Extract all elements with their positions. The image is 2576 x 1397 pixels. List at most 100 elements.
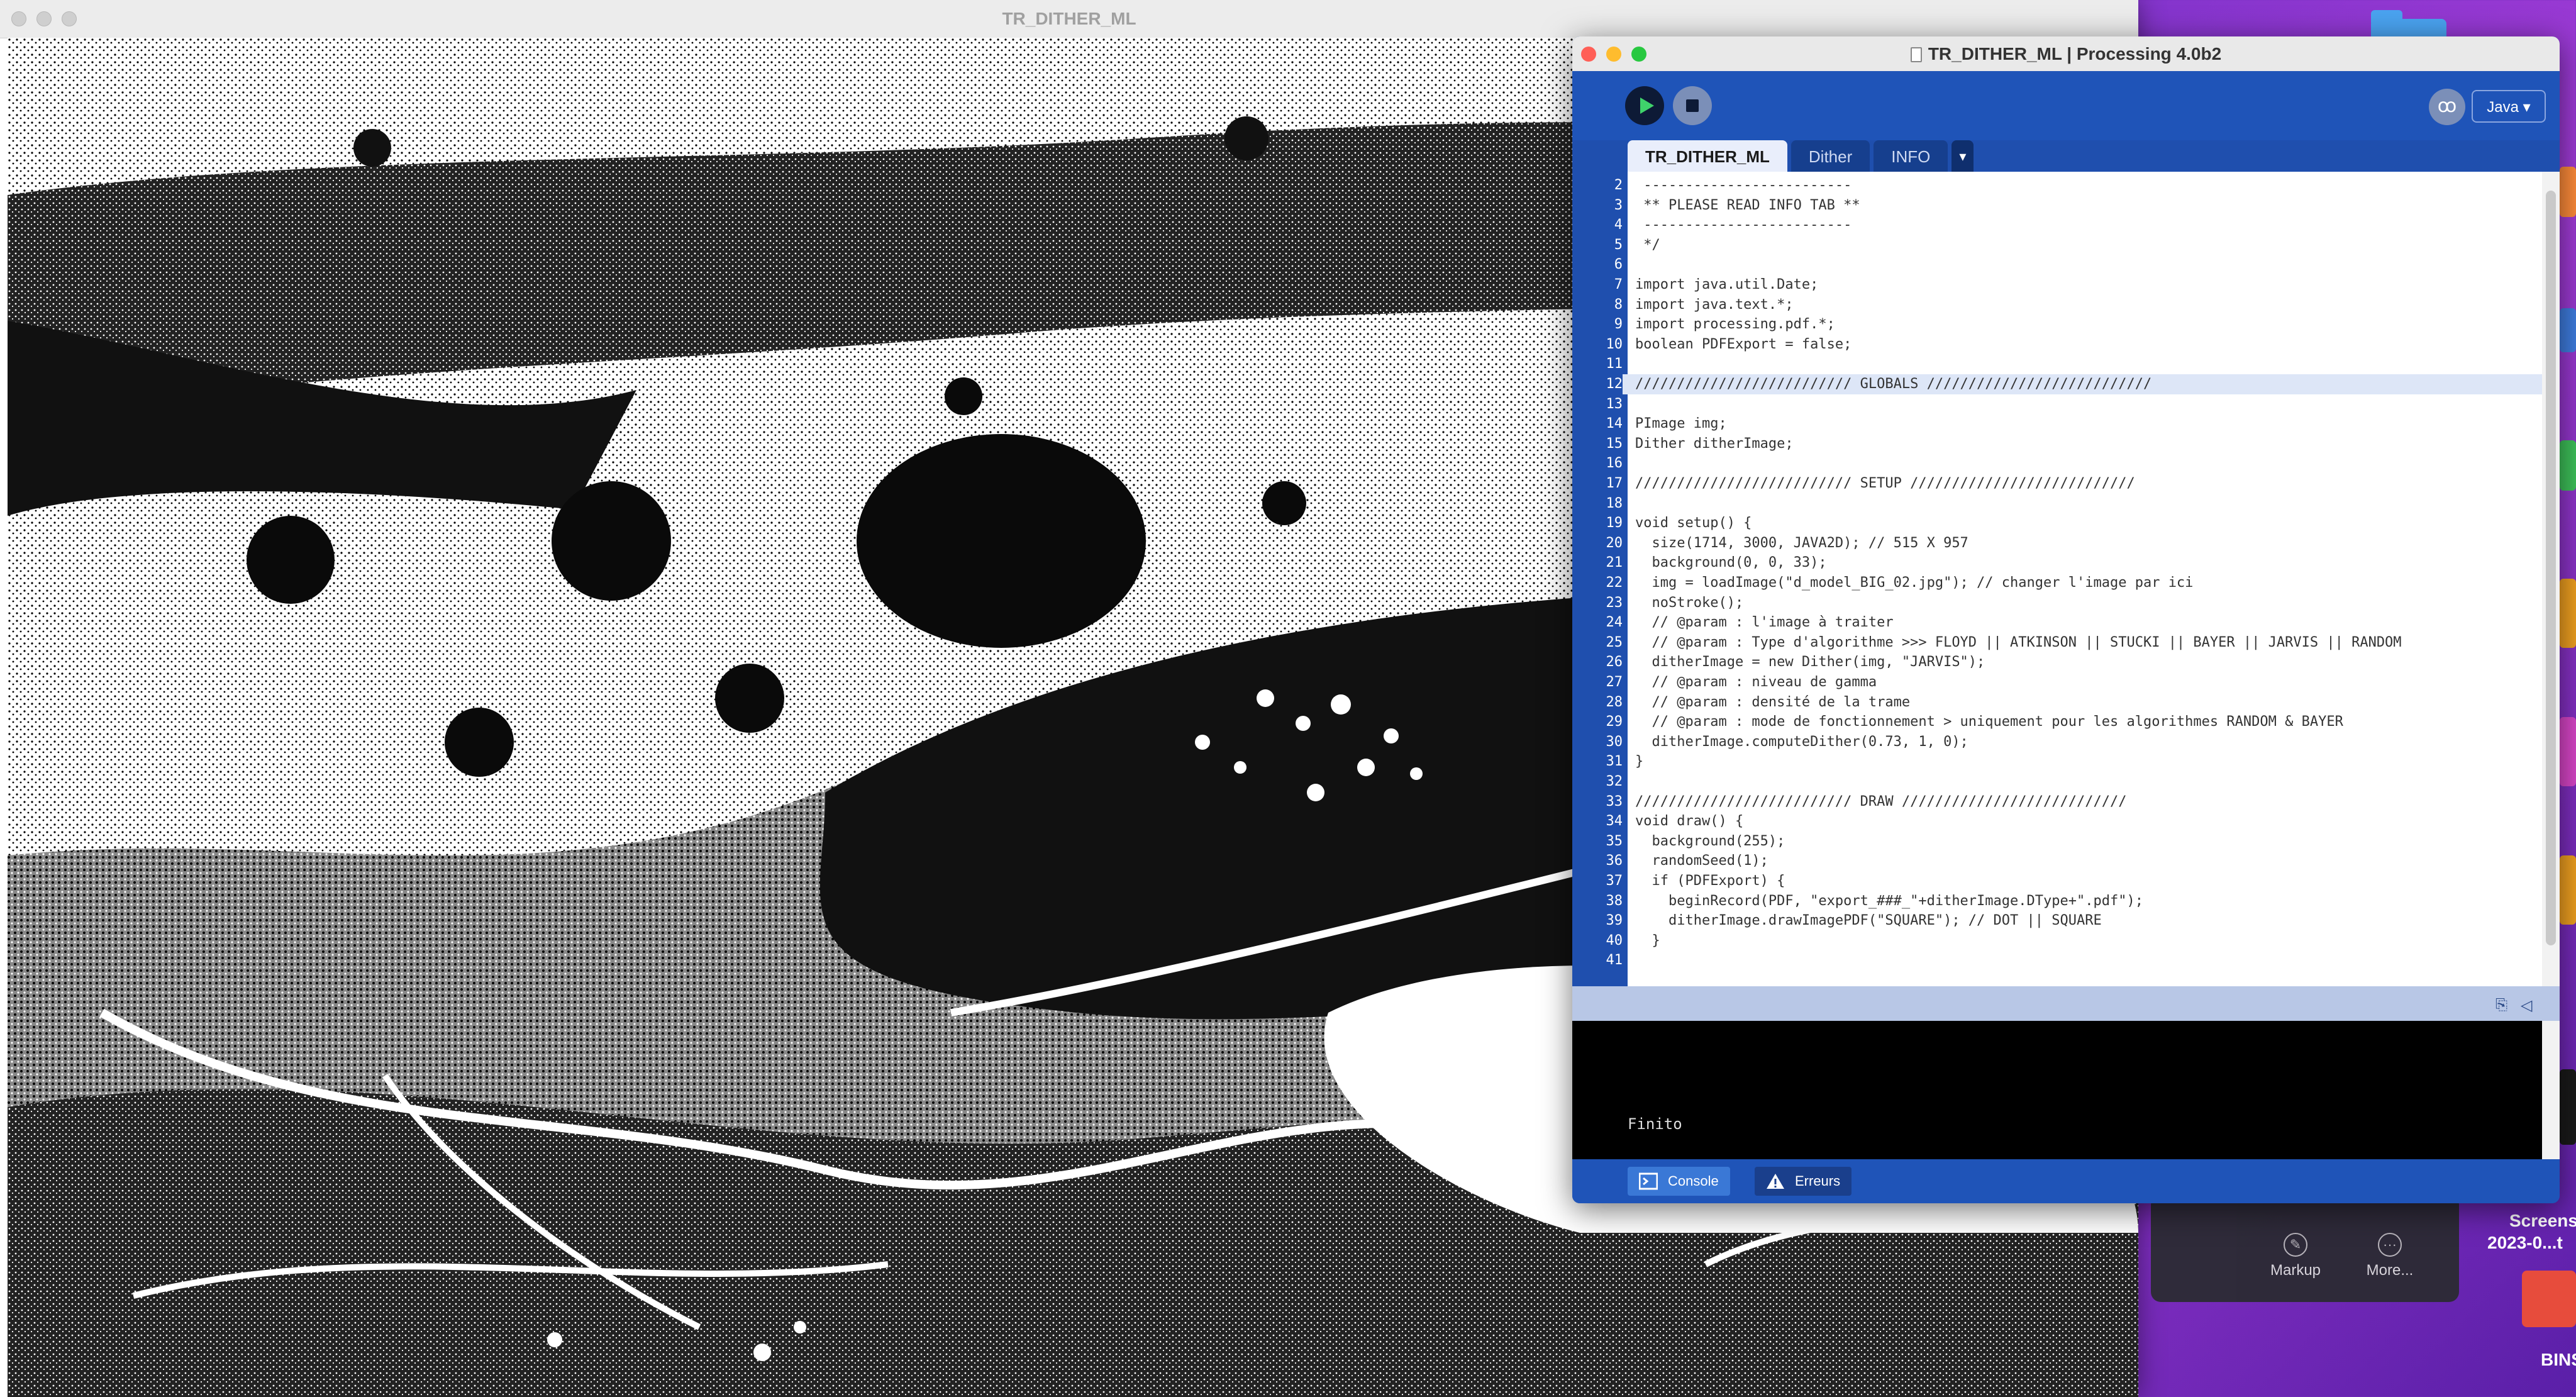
errors-tab[interactable]: Erreurs: [1755, 1167, 1852, 1196]
code-line[interactable]: 33 ////////////////////////// DRAW //////…: [1572, 792, 2542, 812]
code-line[interactable]: 12 ////////////////////////// GLOBALS ///…: [1572, 374, 2542, 394]
line-number: 33: [1606, 793, 1623, 810]
code-line[interactable]: 10 boolean PDFExport = false;: [1572, 335, 2542, 355]
line-number: 12: [1572, 374, 1623, 394]
code-text: void setup() {: [1635, 515, 1752, 532]
code-editor[interactable]: 2 ------------------------- 3 ** PLEASE R…: [1572, 172, 2542, 986]
line-number: 19: [1606, 515, 1623, 532]
tab-info[interactable]: INFO: [1874, 140, 1948, 172]
code-line[interactable]: 14 PImage img;: [1572, 414, 2542, 434]
code-line[interactable]: 16: [1572, 454, 2542, 474]
folder-label[interactable]: BINS: [2541, 1350, 2576, 1370]
code-line[interactable]: 13: [1572, 394, 2542, 415]
markup-button[interactable]: ✎ Markup: [2258, 1233, 2333, 1279]
code-text: ////////////////////////// GLOBALS /////…: [1635, 376, 2152, 392]
code-line[interactable]: 30 ditherImage.computeDither(0.73, 1, 0)…: [1572, 732, 2542, 752]
code-line[interactable]: 5 */: [1572, 235, 2542, 255]
ide-toolbar: Java ▾: [1572, 71, 2560, 140]
code-text: import java.util.Date;: [1635, 277, 1819, 292]
code-line[interactable]: 6: [1572, 255, 2542, 275]
mode-selector[interactable]: Java ▾: [2472, 90, 2546, 123]
code-text: // @param : niveau de gamma: [1635, 674, 1877, 690]
code-line[interactable]: 34 void draw() {: [1572, 811, 2542, 832]
code-line[interactable]: 29 // @param : mode de fonctionnement > …: [1572, 712, 2542, 732]
code-line[interactable]: 23 noStroke();: [1572, 593, 2542, 613]
copy-icon[interactable]: ⎘: [2496, 996, 2509, 1013]
desktop-file-icon[interactable]: [2560, 579, 2576, 648]
ide-titlebar[interactable]: TR_DITHER_ML | Processing 4.0b2: [1572, 36, 2560, 72]
stop-button[interactable]: [1673, 86, 1712, 125]
code-line[interactable]: 27 // @param : niveau de gamma: [1572, 672, 2542, 693]
code-line[interactable]: 2 -------------------------: [1572, 175, 2542, 196]
more-button[interactable]: ··· More...: [2352, 1233, 2428, 1279]
console-output: Finito: [1572, 1021, 2542, 1159]
code-line[interactable]: 36 randomSeed(1);: [1572, 851, 2542, 871]
markup-label: Markup: [2270, 1262, 2321, 1279]
collapse-console-icon[interactable]: ◁: [2521, 996, 2534, 1014]
code-line[interactable]: 41: [1572, 950, 2542, 971]
code-line[interactable]: 26 ditherImage = new Dither(img, "JARVIS…: [1572, 652, 2542, 672]
code-line[interactable]: 3 ** PLEASE READ INFO TAB **: [1572, 196, 2542, 216]
code-line[interactable]: 25 // @param : Type d'algorithme >>> FLO…: [1572, 633, 2542, 653]
line-number: 23: [1606, 594, 1623, 611]
debug-icon[interactable]: [2429, 89, 2465, 125]
code-line[interactable]: 15 Dither ditherImage;: [1572, 434, 2542, 454]
code-line[interactable]: 8 import java.text.*;: [1572, 295, 2542, 315]
editor-scroll-thumb[interactable]: [2546, 191, 2556, 945]
code-line[interactable]: 7 import java.util.Date;: [1572, 275, 2542, 295]
code-text: // @param : densité de la trame: [1635, 694, 1911, 710]
tab-tr-dither-ml[interactable]: TR_DITHER_ML: [1628, 140, 1787, 172]
line-number: 17: [1606, 476, 1623, 491]
desktop-file-icon[interactable]: [2560, 1069, 2576, 1145]
code-line[interactable]: 22 img = loadImage("d_model_BIG_02.jpg")…: [1572, 573, 2542, 593]
code-line[interactable]: 18: [1572, 494, 2542, 514]
console-scrollbar[interactable]: [2542, 1021, 2560, 1159]
desktop-file-icon[interactable]: [2560, 167, 2576, 217]
code-line[interactable]: 17 ////////////////////////// SETUP /////…: [1572, 474, 2542, 494]
code-line[interactable]: 20 size(1714, 3000, JAVA2D); // 515 X 95…: [1572, 533, 2542, 554]
more-icon: ···: [2378, 1233, 2402, 1257]
tab-dither[interactable]: Dither: [1790, 140, 1870, 172]
desktop-file-icon[interactable]: [2560, 440, 2576, 491]
code-text: ditherImage = new Dither(img, "JARVIS");: [1635, 654, 1985, 671]
code-text: ** PLEASE READ INFO TAB **: [1635, 197, 1860, 213]
code-line[interactable]: 11: [1572, 354, 2542, 374]
desktop-file-icon[interactable]: [2560, 717, 2576, 786]
line-number: 27: [1606, 674, 1623, 690]
code-line[interactable]: 4 -------------------------: [1572, 215, 2542, 235]
code-line[interactable]: 35 background(255);: [1572, 832, 2542, 852]
run-button[interactable]: [1625, 86, 1664, 125]
code-text: randomSeed(1);: [1635, 853, 1768, 869]
code-text: img = loadImage("d_model_BIG_02.jpg"); /…: [1635, 575, 2194, 591]
desktop-file-icon[interactable]: [2560, 855, 2576, 925]
line-number: 7: [1614, 277, 1623, 292]
code-text: ////////////////////////// SETUP ///////…: [1635, 476, 2135, 491]
warning-icon: [1767, 1174, 1784, 1189]
line-number: 29: [1606, 714, 1623, 730]
code-line[interactable]: 21 background(0, 0, 33);: [1572, 553, 2542, 573]
code-line[interactable]: 31}: [1572, 752, 2542, 772]
code-line[interactable]: 9 import processing.pdf.*;: [1572, 314, 2542, 335]
code-line[interactable]: 38 beginRecord(PDF, "export_###_"+dither…: [1572, 891, 2542, 911]
line-number: 30: [1606, 733, 1623, 750]
line-number: 11: [1606, 356, 1623, 372]
code-text: }: [1635, 754, 1644, 770]
code-line[interactable]: 40 }: [1572, 931, 2542, 951]
code-line[interactable]: 32: [1572, 772, 2542, 792]
editor-scrollbar[interactable]: [2542, 172, 2560, 986]
code-line[interactable]: 37 if (PDFExport) {: [1572, 871, 2542, 891]
console-message: Finito: [1628, 1115, 1682, 1133]
sketch-titlebar[interactable]: TR_DITHER_ML: [0, 0, 2138, 38]
code-text: boolean PDFExport = false;: [1635, 336, 1852, 352]
red-folder-icon[interactable]: [2522, 1271, 2576, 1327]
console-tab[interactable]: Console: [1628, 1167, 1730, 1196]
code-line[interactable]: 19 void setup() {: [1572, 513, 2542, 533]
tab-menu-button[interactable]: ▾: [1951, 140, 1974, 172]
desktop-file-icon[interactable]: [2560, 308, 2576, 352]
code-line[interactable]: 24 // @param : l'image à traiter: [1572, 613, 2542, 633]
code-line[interactable]: 39 ditherImage.drawImagePDF("SQUARE"); /…: [1572, 911, 2542, 931]
preview-toolbar-panel: ✎ Markup ··· More...: [2151, 1195, 2459, 1302]
screenshot-file-label[interactable]: Screens: [2509, 1211, 2576, 1231]
code-line[interactable]: 28 // @param : densité de la trame: [1572, 693, 2542, 713]
line-number: 14: [1606, 416, 1623, 432]
